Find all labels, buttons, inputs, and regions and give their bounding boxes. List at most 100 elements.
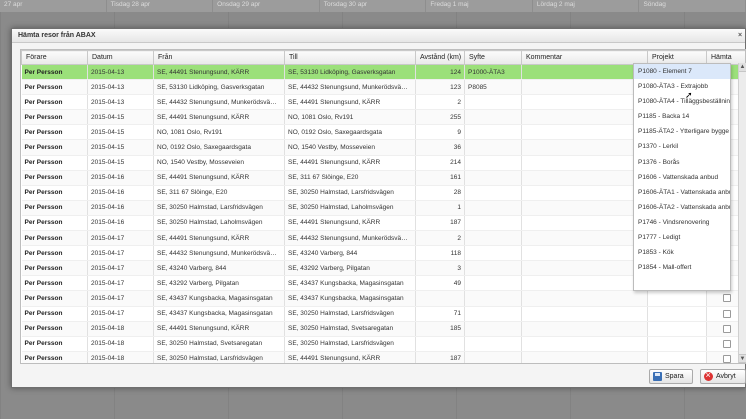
cell-distance: 118 <box>415 245 465 262</box>
cell-distance <box>415 290 465 307</box>
table-scrollbar[interactable]: ▲ ▼ <box>738 63 746 363</box>
calendar-day-header: Söndag <box>639 0 746 12</box>
fetch-checkbox[interactable] <box>723 309 731 318</box>
cell-to: SE, 30250 Halmstad, Larsfridsvägen <box>284 185 416 201</box>
col-header-comment[interactable]: Kommentar <box>521 50 648 65</box>
cell-purpose <box>464 200 522 216</box>
cell-project[interactable] <box>647 290 707 307</box>
calendar-day-header: Fredag 1 maj <box>426 0 533 12</box>
cell-driver: Per Persson <box>21 94 88 111</box>
dialog-titlebar: Hämta resor från ABAX × <box>12 29 745 43</box>
project-dropdown-list[interactable]: P1080 - Element 7 P1080-ÄTA3 - Extrajobb P… <box>633 63 731 291</box>
cell-project[interactable] <box>647 321 707 337</box>
project-option[interactable]: P1080-ÄTA3 - Extrajobb <box>634 79 730 94</box>
table-row[interactable]: Per Persson 2015-04-17 SE, 43437 Kungsback… <box>21 306 745 322</box>
table-row[interactable]: Per Persson 2015-04-17 SE, 43437 Kungsback… <box>21 290 745 307</box>
cancel-button[interactable]: Avbryt <box>700 369 746 384</box>
cell-purpose <box>464 275 522 292</box>
project-option[interactable]: P1606-ÄTA2 - Vattenskada anbud <box>634 200 730 215</box>
project-option[interactable]: P1080-ÄTA4 - Tilläggsbeställning <box>634 94 730 109</box>
cell-driver: Per Persson <box>21 64 88 81</box>
cell-comment <box>521 200 648 216</box>
cell-project[interactable] <box>647 336 707 352</box>
cell-comment <box>521 64 648 81</box>
project-option[interactable]: P1777 - Ledigt <box>634 230 730 245</box>
cell-comment <box>521 321 648 337</box>
cell-from: SE, 43240 Varberg, 844 <box>153 260 285 277</box>
cell-distance: 124 <box>415 64 465 81</box>
cell-purpose <box>464 306 522 322</box>
cell-purpose <box>464 215 522 232</box>
table-row[interactable]: Per Persson 2015-04-18 SE, 30250 Halmstad,… <box>21 351 745 363</box>
cell-comment <box>521 336 648 352</box>
cell-purpose <box>464 109 522 126</box>
cell-purpose <box>464 139 522 156</box>
cell-date: 2015-04-17 <box>87 260 154 277</box>
project-option[interactable]: P1185-ÄTA2 - Ytterligare bygge <box>634 124 730 139</box>
fetch-checkbox[interactable] <box>723 324 731 333</box>
cell-date: 2015-04-16 <box>87 185 154 201</box>
project-option[interactable]: P1854 - Mall-offert <box>634 260 730 275</box>
cell-distance: 185 <box>415 321 465 337</box>
project-option[interactable]: P1370 - Lerkil <box>634 139 730 154</box>
cell-purpose <box>464 185 522 201</box>
cell-distance: 49 <box>415 275 465 292</box>
cell-driver: Per Persson <box>21 155 88 171</box>
cell-purpose <box>464 260 522 277</box>
cell-project[interactable] <box>647 351 707 363</box>
col-header-driver[interactable]: Förare <box>21 50 88 65</box>
cell-distance: 9 <box>415 124 465 141</box>
col-header-purpose[interactable]: Syfte <box>464 50 522 65</box>
cell-distance: 214 <box>415 155 465 171</box>
cell-distance: 161 <box>415 170 465 186</box>
project-option[interactable]: P1853 - Kök <box>634 245 730 260</box>
table-row[interactable]: Per Persson 2015-04-18 SE, 44491 Stenungsu… <box>21 321 745 337</box>
cell-project[interactable] <box>647 306 707 322</box>
save-button-label: Spara <box>665 373 684 380</box>
calendar-day-header: Onsdag 29 apr <box>213 0 320 12</box>
cell-date: 2015-04-13 <box>87 64 154 81</box>
cell-date: 2015-04-16 <box>87 170 154 186</box>
cell-driver: Per Persson <box>21 290 88 307</box>
project-option[interactable]: P1746 - Vindsrenovering <box>634 215 730 230</box>
cell-comment <box>521 215 648 232</box>
cell-comment <box>521 109 648 126</box>
cell-date: 2015-04-13 <box>87 79 154 96</box>
cell-date: 2015-04-15 <box>87 109 154 126</box>
scroll-up-icon[interactable]: ▲ <box>739 63 746 72</box>
cell-comment <box>521 94 648 111</box>
cell-date: 2015-04-17 <box>87 230 154 247</box>
cell-from: SE, 30250 Halmstad, Larsfridsvägen <box>153 351 285 363</box>
cell-from: NO, 1081 Oslo, Rv191 <box>153 124 285 141</box>
col-header-to[interactable]: Till <box>284 50 416 65</box>
cell-date: 2015-04-15 <box>87 155 154 171</box>
project-option[interactable]: P1606 - Vattenskada anbud <box>634 170 730 185</box>
project-option[interactable]: P1185 - Backa 14 <box>634 109 730 124</box>
table-row[interactable]: Per Persson 2015-04-18 SE, 30250 Halmstad,… <box>21 336 745 352</box>
col-header-date[interactable]: Datum <box>87 50 154 65</box>
cell-purpose <box>464 94 522 111</box>
cell-distance: 2 <box>415 230 465 247</box>
calendar-day-header: 27 apr <box>0 0 107 12</box>
project-option[interactable]: P1606-ÄTA1 - Vattenskada anbud <box>634 185 730 200</box>
cell-date: 2015-04-16 <box>87 215 154 232</box>
cell-from: SE, 44491 Stenungsund, KÄRR <box>153 230 285 247</box>
cell-driver: Per Persson <box>21 260 88 277</box>
project-option[interactable]: P1080 - Element 7 <box>634 64 730 80</box>
col-header-from[interactable]: Från <box>153 50 285 65</box>
save-button[interactable]: Spara <box>649 369 693 384</box>
scroll-down-icon[interactable]: ▼ <box>739 354 746 363</box>
cell-comment <box>521 170 648 186</box>
fetch-checkbox[interactable] <box>723 339 731 348</box>
project-option[interactable]: P1376 - Borås <box>634 155 730 170</box>
cell-date: 2015-04-13 <box>87 94 154 111</box>
cell-from: SE, 53130 Lidköping, Gasverksgatan <box>153 79 285 96</box>
fetch-checkbox[interactable] <box>723 294 731 303</box>
cell-driver: Per Persson <box>21 200 88 216</box>
fetch-checkbox[interactable] <box>723 354 731 363</box>
cell-driver: Per Persson <box>21 321 88 337</box>
col-header-distance[interactable]: Avstånd (km) <box>415 50 465 65</box>
close-icon[interactable]: × <box>735 29 745 42</box>
cell-comment <box>521 230 648 247</box>
cell-from: NO, 0192 Oslo, Saxegaardsgata <box>153 139 285 156</box>
